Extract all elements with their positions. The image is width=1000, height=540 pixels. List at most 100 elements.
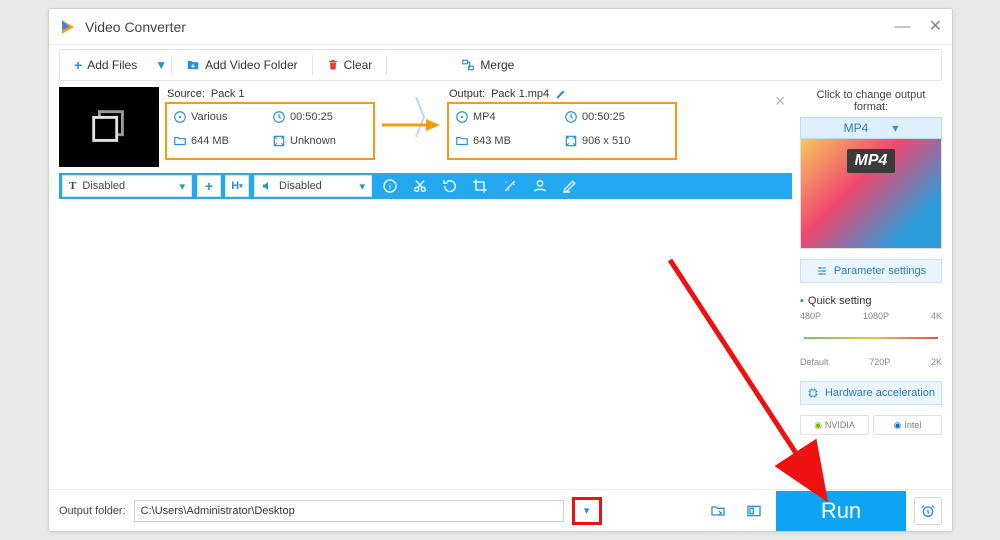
output-resolution: 906 x 510 [582, 135, 630, 147]
merge-icon [461, 58, 475, 72]
subtitle-settings-button[interactable]: H▾ [225, 175, 249, 197]
output-format: MP4 [473, 111, 496, 123]
add-files-dropdown[interactable]: ▼ [151, 58, 171, 72]
scale-2k: 2K [931, 357, 942, 367]
add-folder-label: Add Video Folder [205, 58, 298, 72]
scale-4k: 4K [931, 311, 942, 321]
file-item: Source: Pack 1 Various 00:50:25 644 MB U… [59, 87, 792, 167]
dimensions-icon [272, 134, 286, 148]
output-size: 643 MB [473, 135, 511, 147]
source-panel: Various 00:50:25 644 MB Unknown [165, 102, 375, 160]
footer: Output folder: ▾ Run [49, 489, 952, 531]
chevron-down-icon: ▾ [359, 180, 365, 193]
svg-text:i: i [389, 182, 391, 191]
nvidia-label: NVIDIA [825, 420, 855, 430]
param-label: Parameter settings [834, 265, 926, 277]
output-prefix: Output: [449, 88, 485, 100]
audio-dropdown[interactable]: Disabled ▾ [254, 175, 372, 197]
run-label: Run [821, 498, 861, 524]
output-folder-input[interactable] [134, 500, 564, 522]
merge-label: Merge [480, 58, 514, 72]
parameter-settings-button[interactable]: Parameter settings [800, 259, 942, 283]
output-folder-dropdown[interactable]: ▾ [572, 497, 602, 525]
side-panel: Click to change output format: MP4 ▾ MP4… [800, 87, 942, 489]
hw-label: Hardware acceleration [825, 387, 935, 399]
disc-icon [455, 110, 469, 124]
hardware-accel-button[interactable]: Hardware acceleration [800, 381, 942, 405]
source-duration: 00:50:25 [290, 111, 333, 123]
dimensions-icon [564, 134, 578, 148]
stack-icon [86, 104, 132, 150]
quality-slider[interactable] [800, 321, 942, 347]
output-duration: 00:50:25 [582, 111, 625, 123]
chevron-down-icon: ▾ [892, 121, 898, 135]
add-files-label: Add Files [87, 58, 137, 72]
format-hint-label: Click to change output format: [800, 89, 942, 113]
rotate-button[interactable] [435, 173, 465, 199]
watermark-button[interactable] [525, 173, 555, 199]
scale-480p: 480P [800, 311, 821, 321]
source-resolution: Unknown [290, 135, 336, 147]
add-files-button[interactable]: + Add Files [60, 50, 151, 80]
clear-label: Clear [344, 58, 373, 72]
scale-default: Default [800, 357, 829, 367]
run-button[interactable]: Run [776, 491, 906, 531]
clear-button[interactable]: Clear [313, 50, 387, 80]
chip-icon [807, 387, 819, 399]
title-bar: Video Converter — ✕ [49, 9, 952, 45]
add-subtitle-button[interactable]: + [197, 175, 221, 197]
format-selector[interactable]: MP4 ▾ [800, 117, 942, 139]
output-name: Pack 1.mp4 [491, 88, 549, 100]
output-header: Output: Pack 1.mp4 [449, 88, 675, 100]
disc-icon [173, 110, 187, 124]
effects-button[interactable] [495, 173, 525, 199]
merge-button[interactable]: Merge [447, 50, 528, 80]
app-window: Video Converter — ✕ + Add Files ▼ Add Vi… [48, 8, 953, 532]
quick-title-label: Quick setting [808, 295, 872, 307]
open-folder-button[interactable] [704, 500, 732, 522]
source-prefix: Source: [167, 88, 205, 100]
intel-label: Intel [904, 420, 921, 430]
scale-1080p: 1080P [863, 311, 889, 321]
format-name: MP4 [844, 121, 869, 135]
folder-icon [173, 134, 187, 148]
edit-button[interactable] [555, 173, 585, 199]
subtitle-value: Disabled [82, 180, 125, 192]
add-folder-button[interactable]: Add Video Folder [172, 50, 312, 80]
folder-plus-icon [186, 58, 200, 72]
folder-icon [455, 134, 469, 148]
source-size: 644 MB [191, 135, 229, 147]
format-preview[interactable]: MP4 [800, 139, 942, 249]
scale-720p: 720P [869, 357, 890, 367]
clock-icon [272, 110, 286, 124]
clock-icon [564, 110, 578, 124]
crop-button[interactable] [465, 173, 495, 199]
minimize-button[interactable]: — [895, 19, 911, 35]
source-name: Pack 1 [211, 88, 245, 100]
audio-value: Disabled [279, 180, 322, 192]
schedule-button[interactable] [914, 497, 942, 525]
video-thumbnail[interactable] [59, 87, 159, 167]
bullet-icon: ▪ [800, 295, 804, 307]
output-panel: MP4 00:50:25 643 MB 906 x 510 [447, 102, 677, 160]
sliders-icon [816, 265, 828, 277]
app-logo-icon [59, 18, 77, 36]
text-icon: T [69, 180, 76, 192]
app-title: Video Converter [85, 19, 186, 35]
source-format: Various [191, 111, 227, 123]
info-button[interactable]: i [375, 173, 405, 199]
edit-name-icon[interactable] [555, 88, 567, 100]
format-badge: MP4 [847, 149, 896, 173]
subtitle-dropdown[interactable]: T Disabled ▾ [62, 175, 192, 197]
nvidia-chip: ◉NVIDIA [800, 415, 869, 435]
conversion-arrow [375, 87, 447, 147]
intel-chip: ◉Intel [873, 415, 942, 435]
output-folder-label: Output folder: [59, 505, 126, 517]
remove-item-button[interactable]: ✕ [774, 93, 786, 110]
snapshot-button[interactable] [740, 500, 768, 522]
plus-icon: + [74, 57, 82, 73]
close-button[interactable]: ✕ [929, 19, 942, 35]
cut-button[interactable] [405, 173, 435, 199]
speaker-icon [261, 180, 273, 192]
main-toolbar: + Add Files ▼ Add Video Folder Clear Mer… [59, 49, 942, 81]
